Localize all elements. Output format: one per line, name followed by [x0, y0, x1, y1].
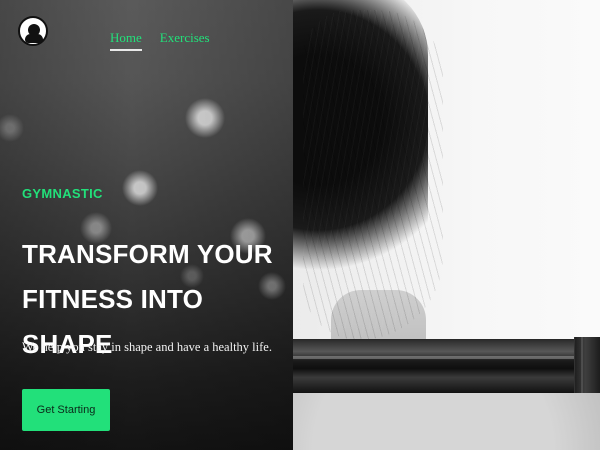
- top-nav: Home Exercises: [110, 30, 210, 51]
- photo-hair-strands: [303, 10, 443, 340]
- photo-barbell-collar: [574, 337, 600, 393]
- hero-headline-line-1: TRANSFORM YOUR: [22, 239, 273, 269]
- nav-exercises-link[interactable]: Exercises: [160, 30, 210, 51]
- nav-home-link[interactable]: Home: [110, 30, 142, 51]
- hero-eyebrow: GYMNASTIC: [22, 186, 103, 201]
- get-starting-button[interactable]: Get Starting: [22, 389, 110, 431]
- photo-barbell-highlight: [293, 356, 600, 359]
- brand-logo[interactable]: [18, 16, 48, 46]
- photo-barbell: [293, 339, 600, 393]
- hero-left-background: [0, 0, 293, 450]
- hero-subtext: We help you stay in shape and have a hea…: [22, 340, 272, 354]
- hero-right-photo: [293, 0, 600, 450]
